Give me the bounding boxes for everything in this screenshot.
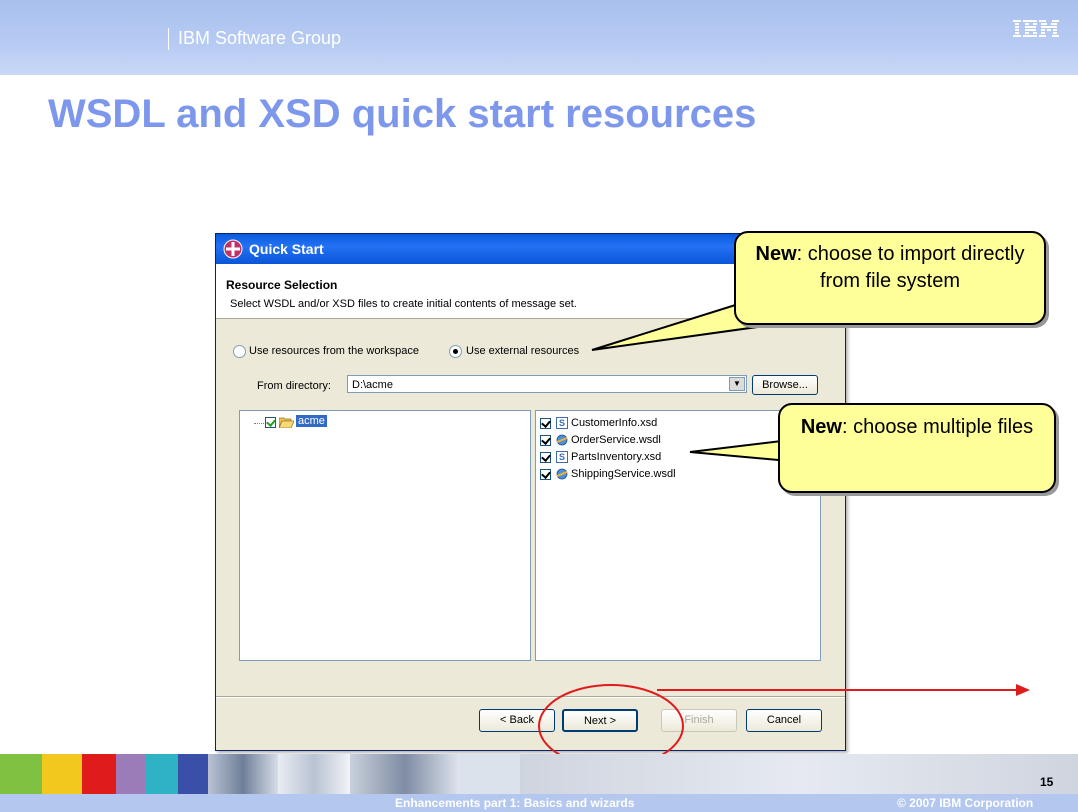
callout-import: New: choose to import directly from file…	[734, 231, 1046, 325]
file-name: PartsInventory.xsd	[571, 451, 662, 463]
section-title: Resource Selection	[226, 278, 338, 292]
callout-multiple-bold: New	[800, 416, 842, 438]
browse-button[interactable]: Browse...	[752, 375, 818, 395]
radio-external[interactable]	[449, 345, 462, 358]
ibm-logo-icon	[1013, 20, 1059, 37]
footer-center-text: Enhancements part 1: Basics and wizards	[395, 796, 635, 810]
from-directory-input[interactable]: D:\acme	[347, 375, 747, 393]
chevron-down-icon[interactable]: ▼	[729, 377, 745, 391]
back-button[interactable]: < Back	[479, 709, 555, 732]
wsdl-file-icon	[556, 468, 568, 480]
arrow-head-icon	[1016, 684, 1030, 696]
wsdl-file-icon	[556, 434, 568, 446]
tree-item-acme[interactable]: acme	[296, 415, 327, 427]
folder-tree-pane[interactable]: acme	[239, 410, 531, 661]
radio-workspace-label[interactable]: Use resources from the workspace	[249, 345, 419, 357]
file-name: ShippingService.wsdl	[571, 468, 676, 480]
folder-open-icon	[279, 417, 294, 428]
file-checkbox[interactable]	[540, 469, 551, 480]
header-separator	[168, 28, 169, 50]
radio-external-label[interactable]: Use external resources	[466, 345, 579, 357]
callout-multiple-text: : choose multiple files	[841, 416, 1034, 438]
from-directory-label: From directory:	[257, 380, 331, 392]
slide-title: WSDL and XSD quick start resources	[48, 92, 757, 136]
footer-image-strip	[0, 754, 1078, 794]
file-name: CustomerInfo.xsd	[571, 417, 658, 429]
xsd-file-icon: S	[556, 417, 568, 429]
xsd-file-icon: S	[556, 451, 568, 463]
cancel-button[interactable]: Cancel	[746, 709, 822, 732]
callout-import-text: : choose to import directly from file sy…	[796, 243, 1025, 292]
callout-import-bold: New	[755, 243, 797, 265]
tree-connector	[254, 423, 264, 424]
page-number: 15	[1040, 775, 1054, 789]
tree-checkbox-acme[interactable]	[265, 417, 276, 428]
footer-copyright: © 2007 IBM Corporation	[897, 796, 1034, 810]
app-icon	[223, 239, 243, 259]
radio-workspace[interactable]	[233, 345, 246, 358]
file-checkbox[interactable]	[540, 418, 551, 429]
callout-multiple: New: choose multiple files	[778, 403, 1056, 493]
header-band: IBM Software Group	[0, 0, 1078, 75]
footer-bar: Enhancements part 1: Basics and wizards …	[0, 794, 1078, 812]
next-button[interactable]: Next >	[562, 709, 638, 732]
dialog-title: Quick Start	[249, 241, 324, 257]
file-name: OrderService.wsdl	[571, 434, 661, 446]
finish-button[interactable]: Finish	[661, 709, 737, 732]
dialog-separator	[216, 696, 845, 698]
file-checkbox[interactable]	[540, 452, 551, 463]
section-description: Select WSDL and/or XSD files to create i…	[230, 298, 577, 310]
header-group-label: IBM Software Group	[178, 28, 342, 48]
file-checkbox[interactable]	[540, 435, 551, 446]
